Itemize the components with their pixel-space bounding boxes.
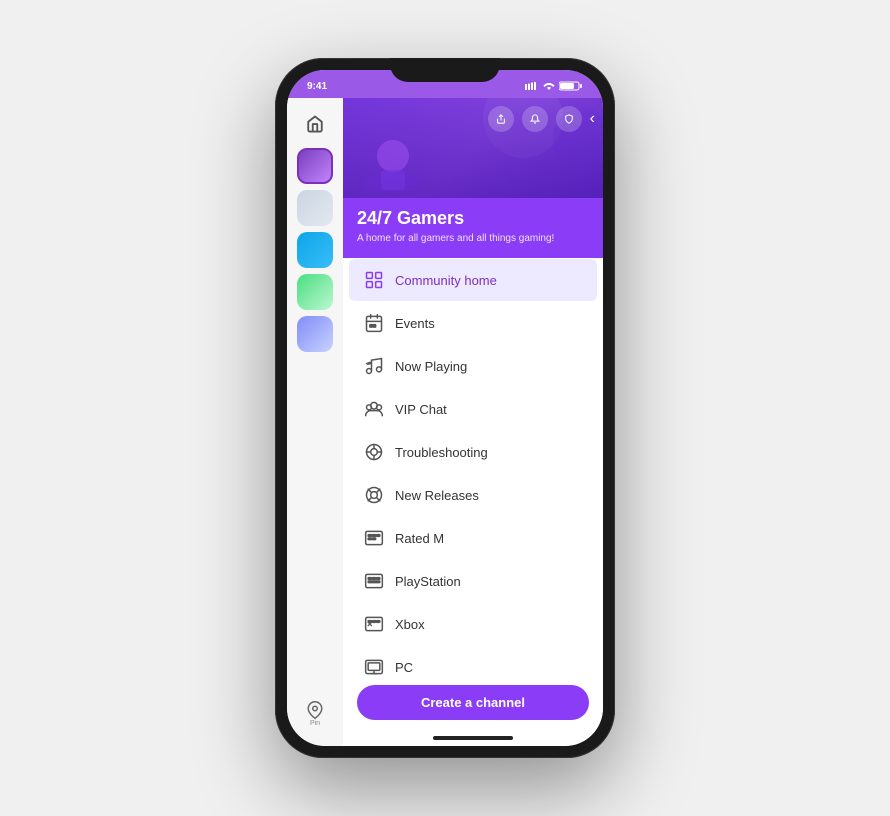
channel-list: Community home Events — [343, 258, 603, 677]
server-avatar-2[interactable] — [297, 190, 333, 226]
channel-name-pc: PC — [395, 660, 413, 675]
status-icons — [525, 81, 583, 91]
rated-m-icon — [363, 527, 385, 549]
back-chevron[interactable]: ‹ — [590, 110, 595, 128]
channel-panel: ‹ 24/7 Gamers A home for all gamers and … — [343, 98, 603, 746]
xbox-icon — [363, 613, 385, 635]
bell-button[interactable] — [522, 106, 548, 132]
channel-name-community-home: Community home — [395, 273, 497, 288]
phone-screen: 9:41 — [287, 70, 603, 746]
channel-name-vip-chat: VIP Chat — [395, 402, 447, 417]
channel-name-rated-m: Rated M — [395, 531, 444, 546]
home-button[interactable] — [297, 106, 333, 142]
channel-name-events: Events — [395, 316, 435, 331]
sidebar-servers: Pin — [287, 98, 343, 746]
channel-pc[interactable]: PC — [349, 646, 597, 677]
channel-name-now-playing: Now Playing — [395, 359, 467, 374]
create-channel-button[interactable]: Create a channel — [357, 685, 589, 720]
channel-vip-chat[interactable]: VIP Chat — [349, 388, 597, 430]
main-screen: Pin — [287, 98, 603, 746]
share-button[interactable] — [488, 106, 514, 132]
community-info: 24/7 Gamers A home for all gamers and al… — [343, 198, 603, 258]
channel-playstation[interactable]: PlayStation — [349, 560, 597, 602]
channel-events[interactable]: Events — [349, 302, 597, 344]
channel-name-troubleshooting: Troubleshooting — [395, 445, 488, 460]
channel-troubleshooting[interactable]: Troubleshooting — [349, 431, 597, 473]
phone-frame: 9:41 — [275, 58, 615, 758]
events-icon — [363, 312, 385, 334]
channel-name-playstation: PlayStation — [395, 574, 461, 589]
sidebar-bottom: Pin — [299, 698, 331, 738]
status-time: 9:41 — [307, 81, 327, 92]
now-playing-icon — [363, 355, 385, 377]
pin-label: Pin — [310, 720, 320, 727]
shield-button[interactable] — [556, 106, 582, 132]
new-releases-icon — [363, 484, 385, 506]
playstation-icon — [363, 570, 385, 592]
vip-chat-icon — [363, 398, 385, 420]
channel-name-new-releases: New Releases — [395, 488, 479, 503]
community-home-icon — [363, 269, 385, 291]
home-indicator — [433, 736, 513, 740]
channel-new-releases[interactable]: New Releases — [349, 474, 597, 516]
channel-name-xbox: Xbox — [395, 617, 425, 632]
channel-xbox[interactable]: Xbox — [349, 603, 597, 645]
server-avatar-1[interactable] — [297, 148, 333, 184]
server-avatar-5[interactable] — [297, 316, 333, 352]
hero-actions: ‹ — [488, 106, 595, 132]
server-avatar-3[interactable] — [297, 232, 333, 268]
notch — [390, 58, 500, 82]
community-description: A home for all gamers and all things gam… — [357, 232, 589, 246]
pc-icon — [363, 656, 385, 677]
server-avatar-4[interactable] — [297, 274, 333, 310]
channel-community-home[interactable]: Community home — [349, 259, 597, 301]
community-name: 24/7 Gamers — [357, 208, 589, 229]
pin-button[interactable]: Pin — [299, 698, 331, 730]
channel-now-playing[interactable]: Now Playing — [349, 345, 597, 387]
troubleshooting-icon — [363, 441, 385, 463]
channel-rated-m[interactable]: Rated M — [349, 517, 597, 559]
hero-banner: ‹ — [343, 98, 603, 198]
